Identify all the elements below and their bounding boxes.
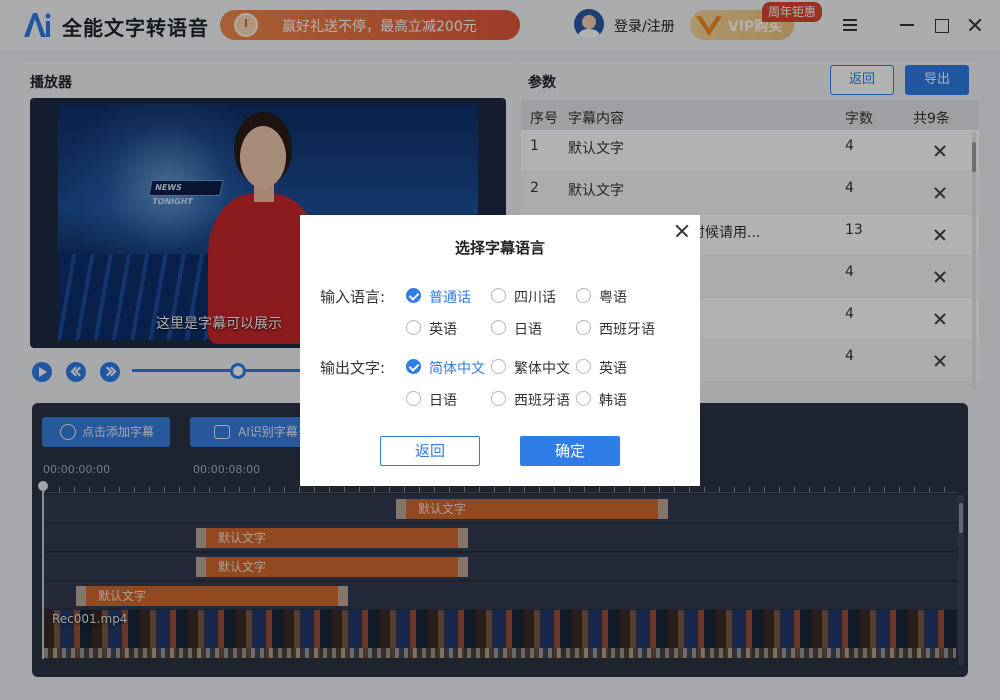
option-label: 英语 <box>429 322 457 338</box>
option-label: 四川话 <box>514 290 556 306</box>
dialog-back-button[interactable]: 返回 <box>380 436 480 466</box>
option-label: 西班牙语 <box>599 322 655 338</box>
option-label: 普通话 <box>429 290 471 306</box>
dialog-title: 选择字幕语言 <box>454 239 545 257</box>
option-label: 日语 <box>514 322 542 338</box>
output-text-label: 输出文字: <box>320 359 386 377</box>
option-label: 繁体中文 <box>514 361 570 377</box>
option-label: 西班牙语 <box>514 393 570 409</box>
subtitle-language-dialog: 选择字幕语言 输入语言: 普通话 四川话 粤语 英语 日语 西班牙语 输出文字:… <box>300 215 700 486</box>
option-label: 简体中文 <box>429 361 485 377</box>
option-label: 粤语 <box>599 290 627 306</box>
option-label: 韩语 <box>599 393 627 409</box>
option-label: 日语 <box>429 393 457 409</box>
input-language-label: 输入语言: <box>320 288 386 306</box>
dialog-close-icon[interactable] <box>674 223 690 239</box>
dialog-confirm-button[interactable]: 确定 <box>520 436 620 466</box>
option-label: 英语 <box>599 361 627 377</box>
